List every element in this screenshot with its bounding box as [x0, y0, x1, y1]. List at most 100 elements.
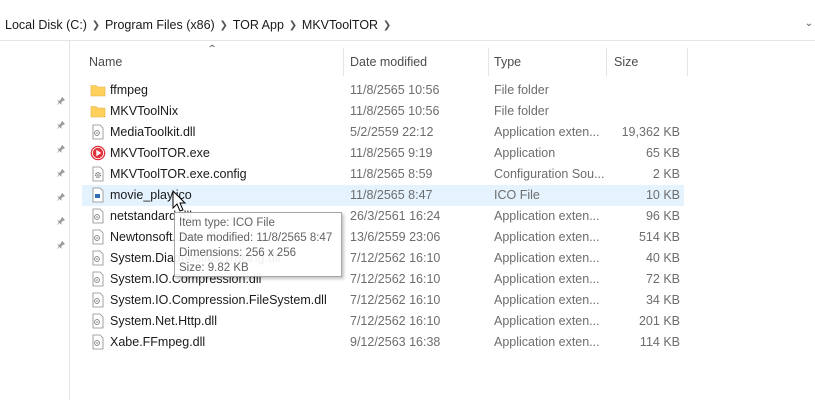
file-type: Application exten... — [494, 272, 600, 286]
file-row[interactable]: Xabe.FFmpeg.dll 9/12/2563 16:38 Applicatio… — [82, 332, 684, 353]
file-date-modified: 11/8/2565 8:47 — [350, 188, 433, 202]
file-name: System.Net.Http.dll — [110, 314, 217, 328]
file-size: 514 KB — [638, 230, 680, 244]
file-row[interactable]: Newtonsoft.Json.dll 13/6/2559 23:06 Applic… — [82, 227, 684, 248]
file-type: Application exten... — [494, 293, 600, 307]
dll-file-icon — [90, 208, 106, 224]
tooltip-item-type: Item type: ICO File — [179, 217, 275, 229]
breadcrumb-item-tor-app[interactable]: TOR App — [232, 18, 285, 32]
file-date-modified: 11/8/2565 10:56 — [350, 83, 440, 97]
file-type: File folder — [494, 104, 549, 118]
file-date-modified: 11/8/2565 10:56 — [350, 104, 440, 118]
file-row[interactable]: System.IO.Compression.dll 7/12/2562 16:10… — [82, 269, 684, 290]
column-header-name[interactable]: Name — [82, 48, 344, 76]
breadcrumb-separator-icon[interactable]: ❯ — [88, 20, 104, 31]
file-size: 72 KB — [645, 272, 680, 286]
file-type: Configuration Sou... — [494, 167, 605, 181]
pin-icon[interactable] — [54, 120, 66, 132]
breadcrumb: Local Disk (C:) ❯ Program Files (x86) ❯ … — [4, 18, 395, 32]
navigation-pane[interactable] — [0, 41, 70, 400]
file-size: 201 KB — [638, 314, 680, 328]
file-size: 65 KB — [645, 146, 680, 160]
breadcrumb-item-local-disk[interactable]: Local Disk (C:) — [4, 18, 88, 32]
file-name: Xabe.FFmpeg.dll — [110, 335, 206, 349]
file-size: 19,362 KB — [621, 125, 680, 139]
column-header-name-label: Name — [89, 55, 123, 69]
file-name: MediaToolkit.dll — [110, 125, 196, 139]
column-header-date[interactable]: Date modified — [344, 48, 489, 76]
file-name: MKVToolNix — [110, 104, 179, 118]
file-size: 2 KB — [652, 167, 680, 181]
file-row[interactable]: MKVToolTOR.exe.config 11/8/2565 8:59 Confi… — [82, 164, 684, 185]
file-type: Application exten... — [494, 335, 600, 349]
breadcrumb-item-mkvtooltor[interactable]: MKVToolTOR — [301, 18, 379, 32]
tooltip-size: Size: 9.82 KB — [179, 262, 249, 274]
column-header-size-label: Size — [614, 55, 639, 69]
breadcrumb-separator-icon[interactable]: ❯ — [285, 20, 301, 31]
file-row[interactable]: System.Net.Http.dll 7/12/2562 16:10 Applic… — [82, 311, 684, 332]
chevron-down-icon[interactable]: ⌄ — [803, 18, 815, 29]
tooltip-date-modified: Date modified: 11/8/2565 8:47 — [179, 232, 333, 244]
pin-icon[interactable] — [54, 216, 66, 228]
file-type: Application exten... — [494, 230, 600, 244]
breadcrumb-separator-icon[interactable]: ❯ — [216, 20, 232, 31]
dll-file-icon — [90, 124, 106, 140]
pin-icon[interactable] — [54, 240, 66, 252]
ico-file-icon — [90, 187, 106, 203]
pin-icon[interactable] — [54, 192, 66, 204]
file-date-modified: 7/12/2562 16:10 — [350, 314, 441, 328]
dll-file-icon — [90, 292, 106, 308]
folder-icon — [90, 103, 106, 119]
file-row[interactable]: MediaToolkit.dll 5/2/2559 22:12 Applicatio… — [82, 122, 684, 143]
file-type: Application exten... — [494, 251, 600, 265]
column-header-size[interactable]: Size — [607, 48, 688, 76]
config-file-icon — [90, 166, 106, 182]
pin-icon[interactable] — [54, 144, 66, 156]
file-size: 34 KB — [645, 293, 680, 307]
file-name: System.IO.Compression.FileSystem.dll — [110, 293, 327, 307]
pin-icon[interactable] — [54, 96, 66, 108]
file-size: 40 KB — [645, 251, 680, 265]
file-date-modified: 5/2/2559 22:12 — [350, 125, 434, 139]
column-header-type-label: Type — [494, 55, 522, 69]
address-bar[interactable]: Local Disk (C:) ❯ Program Files (x86) ❯ … — [0, 0, 815, 41]
file-size: 96 KB — [645, 209, 680, 223]
file-size: 10 KB — [645, 188, 680, 202]
dll-file-icon — [90, 250, 106, 266]
file-type: Application exten... — [494, 125, 600, 139]
file-type: File folder — [494, 83, 549, 97]
file-row[interactable]: System.IO.Compression.FileSystem.dll 7/12… — [82, 290, 684, 311]
file-date-modified: 7/12/2562 16:10 — [350, 293, 441, 307]
file-info-tooltip: Item type: ICO File Date modified: 11/8/… — [174, 212, 342, 277]
file-row[interactable]: MKVToolNix 11/8/2565 10:56 File folder — [82, 101, 684, 122]
dll-file-icon — [90, 334, 106, 350]
file-type: Application — [494, 146, 556, 160]
file-row[interactable]: MKVToolTOR.exe 11/8/2565 9:19 Application 6… — [82, 143, 684, 164]
folder-icon — [90, 82, 106, 98]
file-type: Application exten... — [494, 209, 600, 223]
file-date-modified: 11/8/2565 8:59 — [350, 167, 433, 181]
file-size: 114 KB — [639, 335, 680, 349]
breadcrumb-item-program-files[interactable]: Program Files (x86) — [104, 18, 216, 32]
dll-file-icon — [90, 229, 106, 245]
dll-file-icon — [90, 313, 106, 329]
file-type: ICO File — [494, 188, 540, 202]
file-name: MKVToolTOR.exe — [110, 146, 210, 160]
file-row[interactable]: ffmpeg 11/8/2565 10:56 File folder — [82, 80, 684, 101]
file-date-modified: 9/12/2563 16:38 — [350, 335, 441, 349]
file-date-modified: 26/3/2561 16:24 — [350, 209, 441, 223]
pin-icon[interactable] — [54, 168, 66, 180]
column-header-date-label: Date modified — [350, 55, 428, 69]
dll-file-icon — [90, 271, 106, 287]
tooltip-dimensions: Dimensions: 256 x 256 — [179, 247, 296, 259]
file-row[interactable]: System.Diagnostics.Tracing.dll7/12/2562 … — [82, 248, 684, 269]
file-type: Application exten... — [494, 314, 600, 328]
breadcrumb-separator-icon[interactable]: ❯ — [379, 20, 395, 31]
file-name: ffmpeg — [110, 83, 148, 97]
file-date-modified: 7/12/2562 16:10 — [350, 272, 441, 286]
play-app-icon — [90, 145, 106, 161]
file-date-modified: 11/8/2565 9:19 — [350, 146, 433, 160]
column-header-type[interactable]: Type — [489, 48, 607, 76]
file-name: MKVToolTOR.exe.config — [110, 167, 247, 181]
mouse-cursor-icon — [172, 190, 187, 212]
